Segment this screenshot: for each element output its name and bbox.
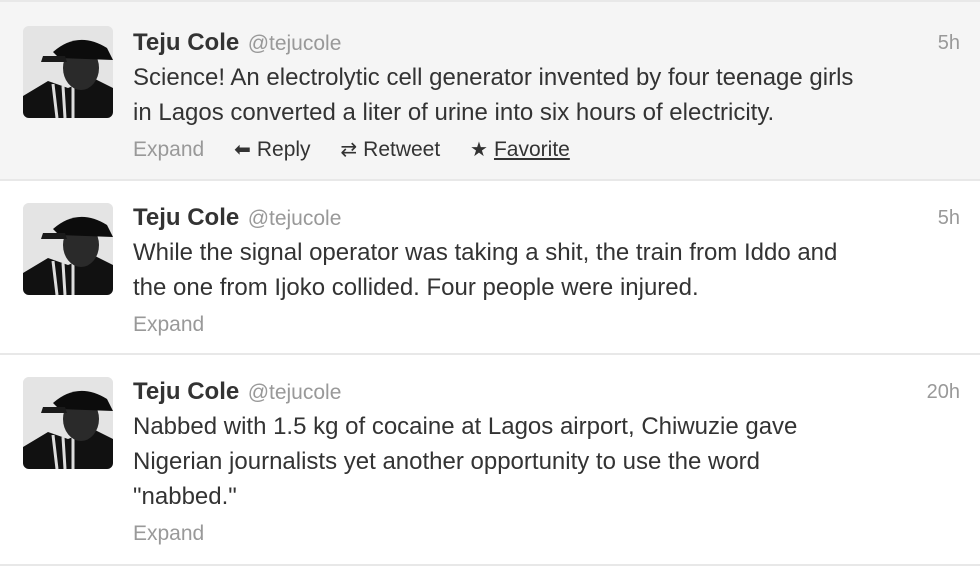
- favorite-button[interactable]: ★ Favorite: [470, 133, 570, 167]
- author-handle[interactable]: @tejucole: [248, 381, 342, 404]
- tweet-text: While the signal operator was taking a s…: [133, 239, 838, 301]
- tweet-actions: Expand ⬅︎ Reply ⇄ Retweet ★ Favorite: [133, 133, 960, 167]
- tweet[interactable]: Teju Cole @tejucole 5h Science! An elect…: [0, 0, 980, 181]
- retweet-label: Retweet: [363, 138, 441, 161]
- avatar-image: [23, 203, 113, 295]
- tweet[interactable]: Teju Cole @tejucole 20h Nabbed with 1.5 …: [0, 355, 980, 566]
- retweet-button[interactable]: ⇄ Retweet: [340, 133, 440, 167]
- reply-arrow-icon: ⬅︎: [234, 139, 251, 161]
- expand-link[interactable]: Expand: [133, 313, 204, 336]
- retweet-icon: ⇄: [340, 139, 358, 161]
- tweet-text: Science! An electrolytic cell generator …: [133, 64, 854, 126]
- avatar-image: [23, 26, 113, 118]
- tweet-text: Nabbed with 1.5 kg of cocaine at Lagos a…: [133, 413, 798, 510]
- author-name[interactable]: Teju Cole: [133, 204, 239, 231]
- expand-link[interactable]: Expand: [133, 138, 204, 161]
- tweet[interactable]: Teju Cole @tejucole 5h While the signal …: [0, 181, 980, 355]
- reply-button[interactable]: ⬅︎ Reply: [234, 133, 310, 167]
- tweet-timeline: Teju Cole @tejucole 5h Science! An elect…: [0, 0, 980, 567]
- tweet-actions: Expand: [133, 517, 960, 551]
- author-handle[interactable]: @tejucole: [248, 207, 342, 230]
- author-handle[interactable]: @tejucole: [248, 32, 342, 55]
- reply-label: Reply: [256, 138, 311, 161]
- author-name[interactable]: Teju Cole: [133, 378, 239, 405]
- tweet-actions: Expand: [133, 308, 960, 342]
- avatar[interactable]: [23, 377, 113, 469]
- tweet-timestamp[interactable]: 5h: [938, 203, 960, 233]
- tweet-timestamp[interactable]: 5h: [938, 28, 960, 58]
- star-icon: ★: [470, 139, 488, 161]
- author-name[interactable]: Teju Cole: [133, 29, 239, 56]
- tweet-timestamp[interactable]: 20h: [927, 377, 960, 407]
- favorite-label: Favorite: [493, 138, 570, 161]
- avatar[interactable]: [23, 203, 113, 295]
- expand-link[interactable]: Expand: [133, 522, 204, 545]
- avatar[interactable]: [23, 26, 113, 118]
- avatar-image: [23, 377, 113, 469]
